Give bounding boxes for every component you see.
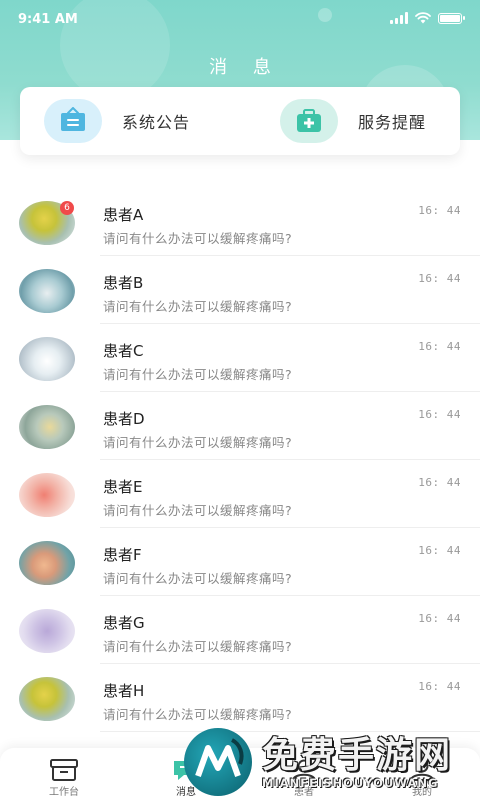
watermark-title: 免费手游网 (262, 735, 453, 776)
message-preview: 请问有什么办法可以缓解疼痛吗? (103, 571, 293, 586)
message-preview: 请问有什么办法可以缓解疼痛吗? (103, 367, 293, 382)
tab-workbench[interactable]: 工作台 (24, 756, 104, 798)
message-time: 16: 44 (418, 340, 461, 353)
patient-name: 患者F (103, 546, 142, 564)
avatar (19, 609, 75, 653)
tab-workbench-label: 工作台 (49, 787, 79, 798)
message-time: 16: 44 (418, 544, 461, 557)
system-notice-label: 系统公告 (122, 113, 191, 132)
signal-icon (390, 12, 408, 24)
patient-name: 患者A (103, 206, 144, 224)
message-item[interactable]: 患者D 请问有什么办法可以缓解疼痛吗? 16: 44 (0, 392, 480, 460)
patient-name: 患者C (103, 342, 144, 360)
avatar (19, 269, 75, 313)
unread-badge: 6 (60, 201, 74, 215)
message-item[interactable]: 患者G 请问有什么办法可以缓解疼痛吗? 16: 44 (0, 596, 480, 664)
message-item[interactable]: 6 患者A 请问有什么办法可以缓解疼痛吗? 16: 44 (0, 188, 480, 256)
message-list: 6 患者A 请问有什么办法可以缓解疼痛吗? 16: 44 患者B 请问有什么办法… (0, 188, 480, 732)
message-preview: 请问有什么办法可以缓解疼痛吗? (103, 299, 293, 314)
status-bar: 9:41 AM (0, 0, 480, 40)
avatar (19, 541, 75, 585)
avatar (19, 677, 75, 721)
patient-name: 患者D (103, 410, 145, 428)
message-item[interactable]: 患者C 请问有什么办法可以缓解疼痛吗? 16: 44 (0, 324, 480, 392)
service-reminder-button[interactable]: 服务提醒 (280, 98, 426, 144)
message-preview: 请问有什么办法可以缓解疼痛吗? (103, 503, 293, 518)
notice-board-icon (44, 99, 102, 143)
message-time: 16: 44 (418, 408, 461, 421)
message-preview: 请问有什么办法可以缓解疼痛吗? (103, 639, 293, 654)
medical-kit-icon (280, 99, 338, 143)
wifi-icon (415, 12, 431, 24)
message-preview: 请问有什么办法可以缓解疼痛吗? (103, 707, 293, 722)
message-time: 16: 44 (418, 272, 461, 285)
message-time: 16: 44 (418, 612, 461, 625)
battery-icon (438, 12, 465, 24)
site-watermark: 免费手游网 MIANFEISHOUYOUWANG (184, 724, 480, 800)
message-preview: 请问有什么办法可以缓解疼痛吗? (103, 435, 293, 450)
patient-name: 患者E (103, 478, 143, 496)
message-preview: 请问有什么办法可以缓解疼痛吗? (103, 231, 293, 246)
status-time: 9:41 AM (18, 12, 78, 27)
message-time: 16: 44 (418, 204, 461, 217)
page-title: 消 息 (209, 57, 281, 78)
message-time: 16: 44 (418, 476, 461, 489)
message-item[interactable]: 患者B 请问有什么办法可以缓解疼痛吗? 16: 44 (0, 256, 480, 324)
status-icons (390, 12, 465, 24)
workbench-icon (24, 756, 104, 782)
avatar (19, 473, 75, 517)
watermark-logo (184, 728, 252, 796)
shortcut-card: 系统公告 服务提醒 (20, 87, 460, 155)
patient-name: 患者B (103, 274, 144, 292)
watermark-subtitle: MIANFEISHOUYOUWANG (262, 776, 439, 790)
avatar (19, 405, 75, 449)
system-notice-button[interactable]: 系统公告 (44, 98, 190, 144)
patient-name: 患者G (103, 614, 145, 632)
message-time: 16: 44 (418, 680, 461, 693)
message-item[interactable]: 患者E 请问有什么办法可以缓解疼痛吗? 16: 44 (0, 460, 480, 528)
service-reminder-label: 服务提醒 (358, 113, 427, 132)
avatar (19, 337, 75, 381)
patient-name: 患者H (103, 682, 145, 700)
message-item[interactable]: 患者F 请问有什么办法可以缓解疼痛吗? 16: 44 (0, 528, 480, 596)
message-item[interactable]: 患者H 请问有什么办法可以缓解疼痛吗? 16: 44 (0, 664, 480, 732)
